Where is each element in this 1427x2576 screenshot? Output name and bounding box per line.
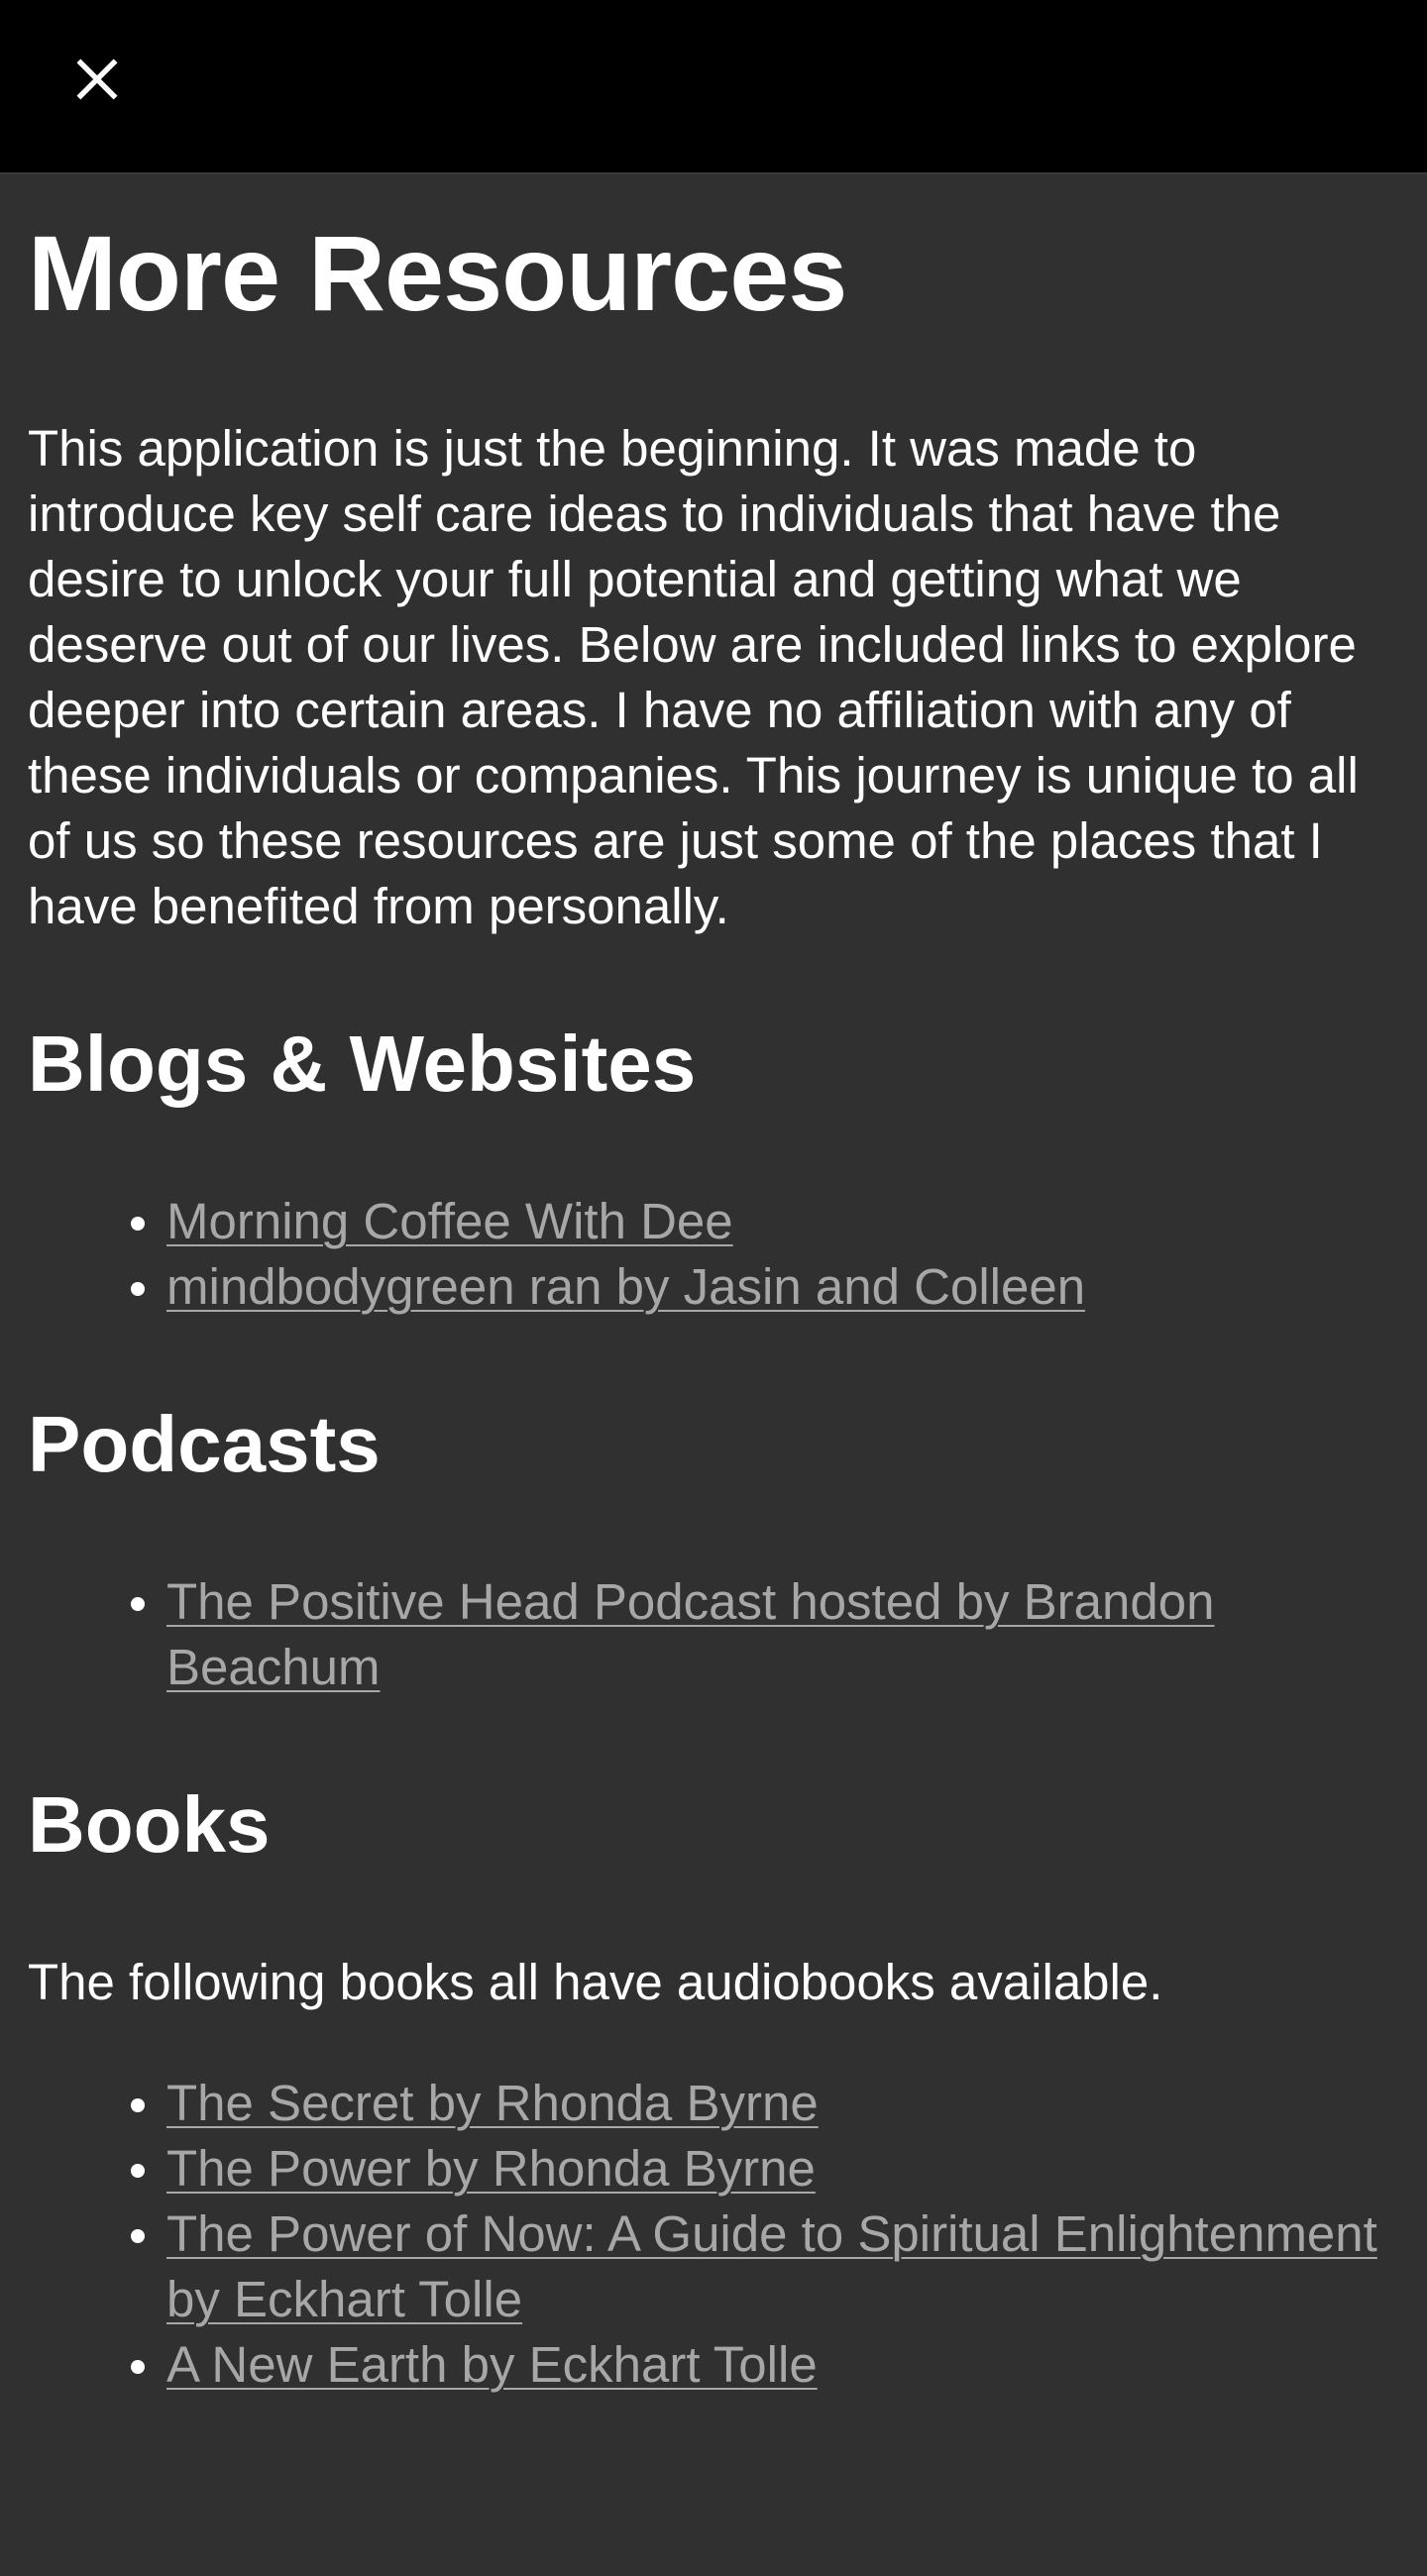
books-list: The Secret by Rhonda Byrne The Power by … <box>28 2071 1399 2398</box>
link-the-power-of-now[interactable]: The Power of Now: A Guide to Spiritual E… <box>166 2205 1377 2327</box>
top-bar <box>0 0 1427 174</box>
list-item: A New Earth by Eckhart Tolle <box>131 2332 1399 2398</box>
section-heading-books: Books <box>28 1780 271 1869</box>
section-heading-blogs: Blogs & Websites <box>28 1020 697 1108</box>
section-heading-podcasts: Podcasts <box>28 1400 381 1488</box>
list-item: The Positive Head Podcast hosted by Bran… <box>131 1569 1399 1700</box>
link-mindbodygreen[interactable]: mindbodygreen ran by Jasin and Colleen <box>166 1258 1085 1315</box>
list-item: The Secret by Rhonda Byrne <box>131 2071 1399 2136</box>
resources-content: More Resources This application is just … <box>0 174 1427 2398</box>
intro-paragraph: This application is just the beginning. … <box>28 420 1359 934</box>
close-icon <box>76 58 118 100</box>
link-the-power[interactable]: The Power by Rhonda Byrne <box>166 2140 816 2197</box>
list-item: Morning Coffee With Dee <box>131 1189 1399 1254</box>
podcasts-list: The Positive Head Podcast hosted by Bran… <box>28 1569 1399 1700</box>
list-item: mindbodygreen ran by Jasin and Colleen <box>131 1254 1399 1320</box>
page-title: More Resources <box>28 213 847 333</box>
books-note: The following books all have audiobooks … <box>28 1954 1163 2010</box>
link-a-new-earth[interactable]: A New Earth by Eckhart Tolle <box>166 2336 818 2393</box>
link-positive-head-podcast[interactable]: The Positive Head Podcast hosted by Bran… <box>166 1573 1214 1695</box>
link-morning-coffee-with-dee[interactable]: Morning Coffee With Dee <box>166 1193 733 1249</box>
blogs-list: Morning Coffee With Dee mindbodygreen ra… <box>28 1189 1399 1320</box>
link-the-secret[interactable]: The Secret by Rhonda Byrne <box>166 2075 819 2131</box>
list-item: The Power of Now: A Guide to Spiritual E… <box>131 2201 1399 2332</box>
list-item: The Power by Rhonda Byrne <box>131 2136 1399 2201</box>
close-button[interactable] <box>57 40 137 119</box>
